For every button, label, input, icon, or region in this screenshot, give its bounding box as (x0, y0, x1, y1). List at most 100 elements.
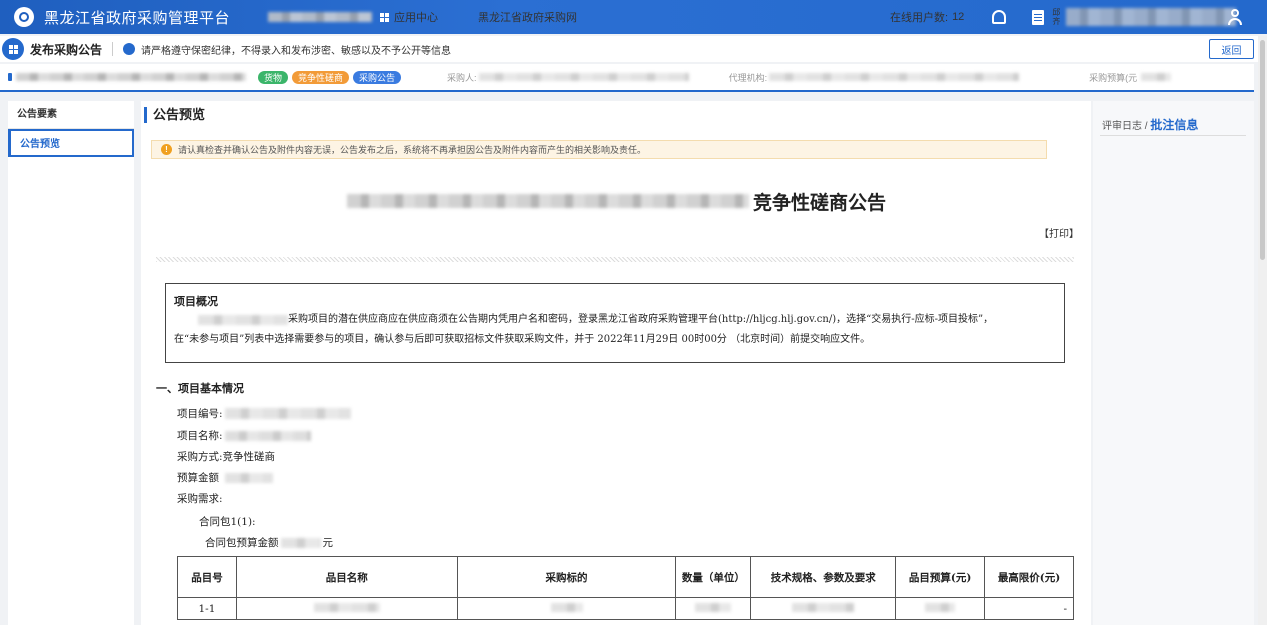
scrollbar-thumb[interactable] (1260, 40, 1265, 260)
warning-icon: ! (161, 144, 172, 155)
budget-label: 采购预算(元 (1089, 72, 1138, 83)
redacted-project-name2 (224, 430, 311, 441)
redacted-project (198, 315, 288, 325)
redacted-budget-value (225, 472, 273, 483)
redacted-budget (1141, 73, 1172, 81)
app-title: 黑龙江省政府采购管理平台 (44, 9, 231, 27)
method-line: 采购方式: 竞争性磋商 (177, 449, 275, 464)
tab-separator: / (1144, 121, 1148, 132)
tab-annotations[interactable]: 批注信息 (1150, 118, 1198, 132)
col-quantity: 数量（单位） (675, 556, 752, 598)
redacted-package-budget (280, 537, 321, 548)
redacted-project-name (16, 73, 246, 81)
project-name-line: 项目名称: (177, 428, 311, 443)
section-title: 公告预览 (144, 107, 205, 123)
col-item-budget: 品目预算(元) (895, 556, 986, 598)
right-panel-tabs: 评审日志 / 批注信息 (1102, 116, 1198, 133)
user-icon[interactable] (1228, 9, 1242, 25)
cell-item-no: 1-1 (177, 597, 237, 620)
warning-banner: ! 请认真检查并确认公告及附件内容无误，公告发布之后，系统将不再承担因公告及附件… (151, 140, 1047, 159)
items-table: 品目号 品目名称 采购标的 数量（单位） 技术规格、参数及要求 品目预算(元) … (177, 556, 1074, 620)
online-users-count: 12 (952, 11, 965, 23)
package-budget-label: 合同包预算金额 (205, 537, 279, 549)
cell-quantity (675, 597, 752, 620)
budget-field-label: 预算金额 (177, 472, 219, 484)
app-grid-icon (380, 12, 389, 22)
right-panel-divider (1100, 135, 1246, 136)
budget-line: 预算金额 (177, 470, 273, 485)
demand-label: 采购需求: (177, 493, 223, 505)
user-name-line2: 齐 (1052, 17, 1061, 26)
demand-line: 采购需求: (177, 491, 223, 506)
project-name-label: 项目名称: (177, 430, 223, 442)
redacted-cell (792, 602, 855, 612)
project-no-label: 项目编号: (177, 408, 223, 420)
document-title-suffix: 竞争性磋商公告 (753, 191, 887, 214)
package-label: 合同包1(1): (199, 516, 256, 528)
redacted-cell (550, 602, 583, 612)
document-title: 竞争性磋商公告 (347, 189, 887, 214)
main-panel: 公告预览 ! 请认真检查并确认公告及附件内容无误，公告发布之后，系统将不再承担因… (141, 101, 1091, 625)
nav-procurement-site[interactable]: 黑龙江省政府采购网 (478, 9, 577, 25)
menu-button[interactable] (2, 38, 24, 60)
redacted-title (347, 194, 749, 208)
summary-line1: 采购项目的潜在供应商应在供应商须在公告期内凭用户名和密码，登录黑龙江省政府采购管… (174, 310, 1056, 330)
top-nav: 应用中心 黑龙江省政府采购网 (268, 0, 577, 34)
grid-icon (8, 44, 18, 54)
method-value: 竞争性磋商 (222, 451, 276, 463)
divider (112, 42, 114, 56)
redacted-agency (769, 73, 1020, 81)
online-users-label: 在线用户数: (890, 12, 949, 24)
notice-text: 请严格遵守保密纪律，不得录入和发布涉密、敏感以及不予公开等信息 (141, 45, 452, 57)
col-item-no: 品目号 (177, 556, 237, 598)
purchaser-label: 采购人: (447, 72, 477, 83)
page-title: 发布采购公告 (30, 42, 103, 57)
project-no-line: 项目编号: (177, 406, 351, 421)
bell-icon[interactable] (992, 10, 1007, 24)
col-target: 采购标的 (456, 556, 677, 598)
sidebar-item-preview[interactable]: 公告预览 (8, 129, 134, 157)
nav-app-center[interactable]: 应用中心 (394, 9, 438, 25)
package-budget-unit: 元 (322, 537, 334, 549)
redacted-cell (313, 602, 380, 612)
user-name-line1: 邱 (1052, 8, 1061, 17)
package-line: 合同包1(1): (199, 514, 256, 529)
cell-item-budget (895, 597, 986, 620)
cell-max-price: - (984, 597, 1074, 620)
section1-title: 一、项目基本情况 (156, 382, 244, 395)
col-item-name: 品目名称 (235, 556, 458, 598)
col-spec: 技术规格、参数及要求 (750, 556, 897, 598)
sub-header: 发布采购公告 请严格遵守保密纪律，不得录入和发布涉密、敏感以及不予公开等信息 返… (0, 36, 1267, 62)
table-row: 1-1 - (177, 597, 1074, 620)
badge-announcement: 采购公告 (353, 70, 402, 84)
cell-spec (750, 597, 897, 620)
badge-method: 竞争性磋商 (292, 70, 350, 84)
badge-goods: 货物 (258, 70, 289, 84)
redacted-nav-item[interactable] (268, 12, 372, 22)
speaker-icon (123, 43, 136, 55)
project-strip: 货物 竞争性磋商 采购公告 采购人: 代理机构: 采购预算(元 (0, 64, 1254, 92)
summary-line1-text: 采购项目的潜在供应商应在供应商须在公告期内凭用户名和密码，登录黑龙江省政府采购管… (288, 314, 994, 325)
summary-line2: 在“未参与项目”列表中选择需要参与的项目，确认参与后即可获取招标文件获取采购文件… (174, 334, 871, 345)
print-link[interactable]: 【打印】 (1039, 225, 1079, 240)
hatched-divider (156, 257, 1074, 262)
top-right-area: 在线用户数: 12 邱 齐 (890, 0, 1237, 34)
redacted-purchaser (478, 73, 689, 81)
redacted-cell (925, 602, 956, 612)
back-button[interactable]: 返回 (1209, 39, 1254, 59)
document-icon[interactable] (1032, 9, 1045, 25)
cell-target (456, 597, 677, 620)
project-summary-box: 项目概况 采购项目的潜在供应商应在供应商须在公告期内凭用户名和密码，登录黑龙江省… (165, 283, 1065, 363)
redacted-project-no (224, 408, 351, 419)
warning-text: 请认真检查并确认公告及附件内容无误，公告发布之后，系统将不再承担因公告及附件内容… (178, 145, 647, 155)
table-header-row: 品目号 品目名称 采购标的 数量（单位） 技术规格、参数及要求 品目预算(元) … (177, 556, 1074, 598)
left-sidebar: 公告要素 公告预览 (8, 101, 134, 625)
tab-review-log[interactable]: 评审日志 (1102, 121, 1142, 132)
sidebar-item-elements[interactable]: 公告要素 (8, 101, 134, 129)
summary-title: 项目概况 (174, 295, 218, 308)
package-budget-line: 合同包预算金额 元 (205, 535, 333, 550)
right-panel: 评审日志 / 批注信息 (1093, 101, 1254, 625)
cell-item-name (235, 597, 458, 620)
method-label: 采购方式: (177, 451, 223, 463)
agency-label: 代理机构: (728, 72, 768, 83)
